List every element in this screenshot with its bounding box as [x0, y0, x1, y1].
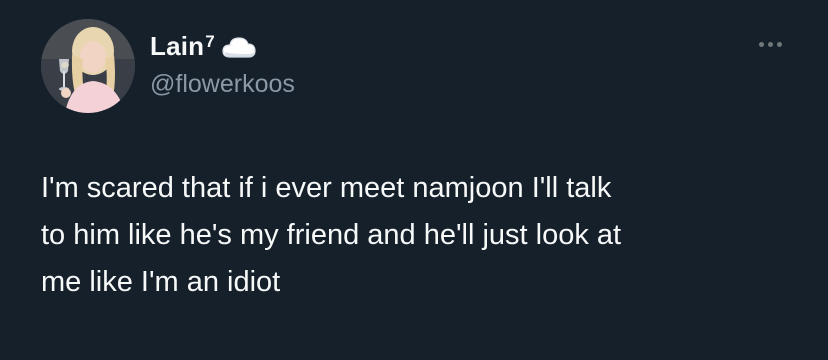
tweet-text-line: me like I'm an idiot [41, 266, 281, 298]
more-horizontal-icon-dot [767, 41, 773, 47]
tweet-text-line: to him like he's my friend and he'll jus… [41, 219, 622, 251]
cloud-icon [222, 37, 256, 58]
display-name-text: Lain [150, 30, 205, 61]
profile-photo-icon [41, 19, 135, 113]
display-name-superscript: 7 [205, 31, 215, 51]
author-name-row[interactable]: Lain7 [150, 28, 257, 64]
tweet-text-line: I'm scared that if i ever meet namjoon I… [41, 172, 612, 204]
author-handle[interactable]: @flowerkoos [150, 70, 295, 99]
more-horizontal-icon-dot [776, 41, 782, 47]
tweet-card: Lain7 @flowerkoos I'm scared that if i e… [0, 0, 828, 360]
tweet-text: I'm scared that if i ever meet namjoon I… [41, 165, 801, 306]
avatar[interactable] [41, 19, 135, 113]
display-name[interactable]: Lain7 [150, 31, 215, 62]
more-horizontal-icon-dot [758, 41, 764, 47]
more-options-button[interactable] [752, 32, 788, 56]
